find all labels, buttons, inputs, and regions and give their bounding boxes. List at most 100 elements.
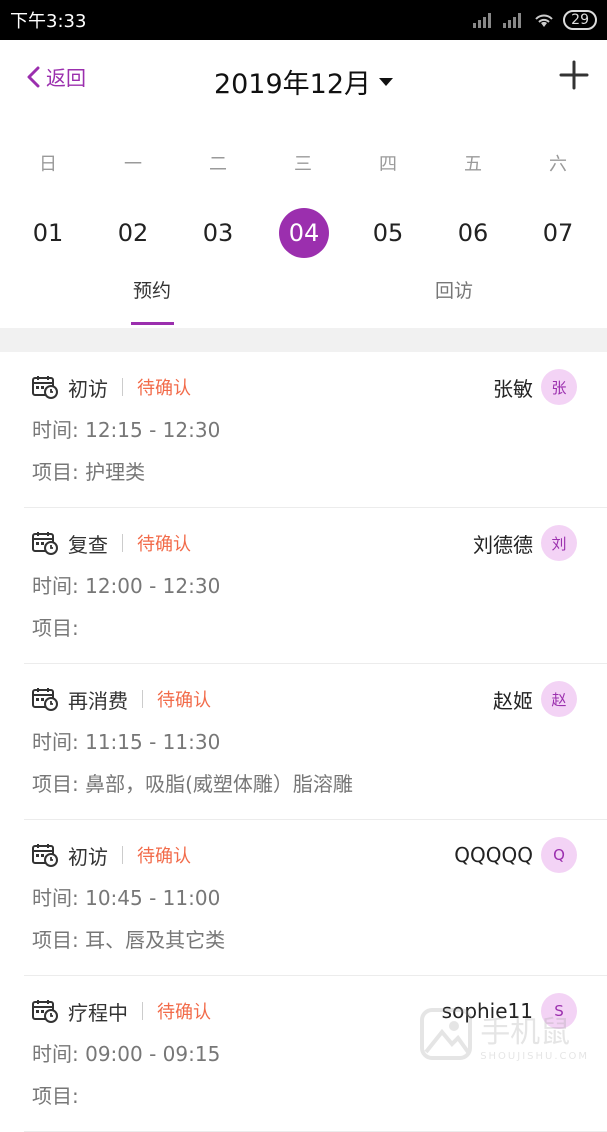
avatar: 张 xyxy=(541,369,577,405)
watermark-sub: SHOUJISHU.COM xyxy=(480,1050,589,1062)
section-divider xyxy=(0,328,607,352)
appointment-card[interactable]: 初访 待确认 张敏张时间: 12:15 - 12:30 项目: 护理类 xyxy=(24,352,607,508)
add-button[interactable] xyxy=(559,60,589,94)
status-badge: 待确认 xyxy=(137,378,191,399)
visit-type: 初访 xyxy=(68,376,108,401)
avatar: 赵 xyxy=(541,681,577,717)
status-icons: 29 xyxy=(473,10,597,30)
calendar-clock-icon xyxy=(32,688,58,711)
watermark: 手机鼠 SHOUJISHU.COM xyxy=(418,1006,589,1062)
time-label: 时间: xyxy=(32,730,79,754)
appointment-time-row: 时间: 09:00 - 09:15 xyxy=(32,1038,220,1067)
separator xyxy=(142,1002,143,1020)
appointment-project-row: 项目: 耳、唇及其它类 xyxy=(32,924,225,953)
watermark-logo-icon xyxy=(420,1008,473,1060)
caret-down-icon xyxy=(379,77,394,86)
date-cell[interactable]: 03 xyxy=(193,208,243,258)
project-label: 项目: xyxy=(32,1084,79,1108)
appointment-time-row: 时间: 11:15 - 11:30 xyxy=(32,726,220,755)
appointment-time: 12:00 - 12:30 xyxy=(85,574,221,598)
weekday-label: 一 xyxy=(124,154,142,175)
tab-appointments[interactable]: 预约 xyxy=(77,276,227,303)
customer: 刘德德刘 xyxy=(473,525,577,561)
project-label: 项目: xyxy=(32,928,79,952)
customer-name: 赵姬 xyxy=(493,688,533,713)
status-badge: 待确认 xyxy=(137,534,191,555)
tab-followup[interactable]: 回访 xyxy=(379,276,529,303)
appointment-time-row: 时间: 12:00 - 12:30 xyxy=(32,570,220,599)
customer: 赵姬赵 xyxy=(493,681,577,717)
appointment-card[interactable]: 复查 待确认 刘德德刘时间: 12:00 - 12:30 项目: xyxy=(24,508,607,664)
appointment-header: 初访 待确认 QQQQQ Q xyxy=(32,837,577,873)
weekday-label: 三 xyxy=(294,154,312,175)
appointment-time-row: 时间: 12:15 - 12:30 xyxy=(32,414,220,443)
status-bar: 下午3:33 29 xyxy=(0,0,607,40)
appointment-project: 鼻部，吸脂(威塑体雕）脂溶雕 xyxy=(85,772,353,796)
separator xyxy=(122,534,123,552)
month-title: 2019年12月 xyxy=(213,69,372,100)
weekday-label: 日 xyxy=(39,154,57,175)
header: 返回 2019年12月 xyxy=(0,40,607,118)
visit-type: 初访 xyxy=(68,844,108,869)
calendar-clock-icon xyxy=(32,532,58,555)
appointment-time: 10:45 - 11:00 xyxy=(85,886,221,910)
customer: 张敏张 xyxy=(493,369,577,405)
avatar: Q xyxy=(541,837,577,873)
date-cell-selected[interactable]: 04 xyxy=(279,208,329,258)
weekday-label: 六 xyxy=(549,154,567,175)
appointment-card[interactable]: 初访 待确认 QQQQQ Q 时间: 10:45 - 11:00 项目: 耳、唇及其它类 xyxy=(24,820,607,976)
date-cell[interactable]: 06 xyxy=(448,208,498,258)
weekday-label: 四 xyxy=(379,154,397,175)
visit-type: 复查 xyxy=(68,532,108,557)
separator xyxy=(142,690,143,708)
project-label: 项目: xyxy=(32,772,79,796)
time-label: 时间: xyxy=(32,574,79,598)
date-cell[interactable]: 02 xyxy=(108,208,158,258)
date-cell[interactable]: 07 xyxy=(533,208,583,258)
watermark-text: 手机鼠 xyxy=(480,1014,571,1050)
time-label: 时间: xyxy=(32,1042,79,1066)
appointment-project: 护理类 xyxy=(85,460,146,484)
appointment-time-row: 时间: 10:45 - 11:00 xyxy=(32,882,220,911)
time-label: 时间: xyxy=(32,886,79,910)
appointment-project-row: 项目: xyxy=(32,612,79,641)
signal-icon xyxy=(473,13,492,28)
appointment-header: 复查 待确认 刘德德刘 xyxy=(32,525,577,561)
weekday-label: 五 xyxy=(464,154,482,175)
customer-name: 张敏 xyxy=(493,376,533,401)
calendar-clock-icon xyxy=(32,1000,58,1023)
date-cell[interactable]: 01 xyxy=(23,208,73,258)
plus-icon xyxy=(559,60,589,90)
customer-name: QQQQQ xyxy=(454,843,533,867)
time-label: 时间: xyxy=(32,418,79,442)
calendar-clock-icon xyxy=(32,844,58,867)
status-time: 下午3:33 xyxy=(10,11,87,32)
avatar: 刘 xyxy=(541,525,577,561)
project-label: 项目: xyxy=(32,616,79,640)
signal-icon-2 xyxy=(503,13,522,28)
visit-type: 再消费 xyxy=(68,688,128,713)
appointment-project-row: 项目: xyxy=(32,1080,79,1109)
battery-indicator: 29 xyxy=(563,10,597,30)
status-badge: 待确认 xyxy=(137,846,191,867)
date-cell[interactable]: 05 xyxy=(363,208,413,258)
status-badge: 待确认 xyxy=(157,690,211,711)
tab-bar: 预约 回访 xyxy=(0,270,607,328)
appointment-time: 09:00 - 09:15 xyxy=(85,1042,221,1066)
appointment-project-row: 项目: 护理类 xyxy=(32,456,145,485)
project-label: 项目: xyxy=(32,460,79,484)
weekday-row: 日 一 二 三 四 五 六 xyxy=(0,150,607,178)
appointment-card[interactable]: 再消费 待确认 赵姬赵时间: 11:15 - 11:30 项目: 鼻部，吸脂(威塑体雕… xyxy=(24,664,607,820)
customer-name: 刘德德 xyxy=(473,532,533,557)
date-row: 01 02 03 04 05 06 07 xyxy=(0,208,607,258)
separator xyxy=(122,846,123,864)
wifi-icon xyxy=(535,14,553,27)
appointment-project-row: 项目: 鼻部，吸脂(威塑体雕）脂溶雕 xyxy=(32,768,353,797)
calendar-clock-icon xyxy=(32,376,58,399)
appointment-time: 12:15 - 12:30 xyxy=(85,418,221,442)
appointment-project: 耳、唇及其它类 xyxy=(85,928,226,952)
appointment-header: 初访 待确认 张敏张 xyxy=(32,369,577,405)
month-selector[interactable]: 2019年12月 xyxy=(0,62,607,101)
status-badge: 待确认 xyxy=(157,1002,211,1023)
appointment-header: 再消费 待确认 赵姬赵 xyxy=(32,681,577,717)
